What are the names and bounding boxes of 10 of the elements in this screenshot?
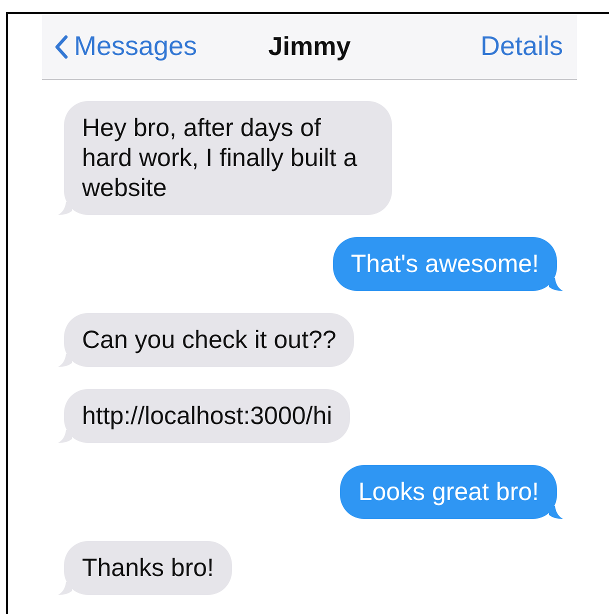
bubble-tail-icon — [549, 278, 563, 291]
bubble-tail-icon — [58, 354, 72, 367]
bubble-tail-icon — [58, 202, 72, 215]
chevron-left-icon — [54, 34, 68, 58]
contact-name: Jimmy — [268, 31, 351, 61]
bubble-tail-icon — [58, 430, 72, 443]
bubble-tail-icon — [549, 506, 563, 519]
back-button[interactable]: Messages — [54, 31, 198, 62]
details-button[interactable]: Details — [480, 31, 563, 62]
bubble-tail-icon — [58, 582, 72, 595]
